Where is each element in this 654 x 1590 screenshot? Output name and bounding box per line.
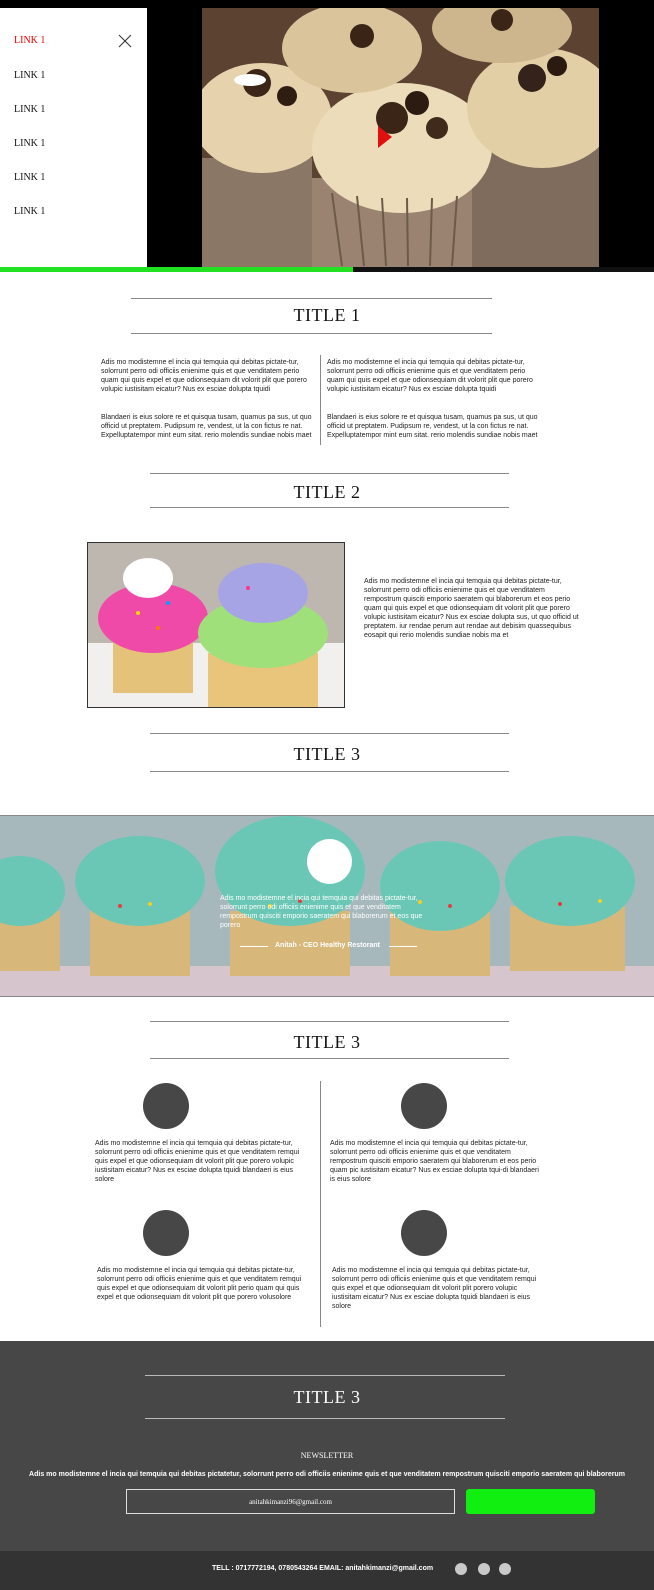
menu-link-3[interactable]: LINK 1 (14, 104, 45, 115)
contact-info: TELL : 0717772194, 0780543264 EMAIL: ani… (212, 1565, 434, 1572)
divider (240, 946, 268, 947)
divider (150, 771, 509, 772)
testimonial-avatar (307, 839, 352, 884)
feature-avatar (143, 1210, 189, 1256)
cupcakes-illustration (202, 8, 599, 268)
divider (145, 1418, 505, 1419)
feature-avatar (401, 1210, 447, 1256)
divider (150, 1058, 509, 1059)
side-menu: LINK 1 LINK 1 LINK 1 LINK 1 LINK 1 LINK … (0, 8, 147, 268)
feature-text-1: Adis mo modistemne el incia qui temquia … (95, 1140, 300, 1183)
menu-link-4[interactable]: LINK 1 (14, 138, 45, 149)
divider (131, 298, 492, 299)
section1-col1-paragraph-2: Blandaeri is eius solore re et quisqua t… (101, 414, 312, 439)
progress-bar (0, 267, 354, 272)
divider (150, 507, 509, 508)
divider (150, 473, 509, 474)
cupcakes-photo-colorful (87, 542, 345, 708)
divider (389, 946, 417, 947)
social-icon-1[interactable] (455, 1563, 467, 1575)
section2-paragraph: Adis mo modistemne el incia qui temquia … (364, 578, 579, 639)
feature-text-2: Adis mo modistemne el incia qui temquia … (330, 1140, 539, 1183)
section-title-1: TITLE 1 (293, 305, 361, 325)
subscribe-button[interactable] (466, 1489, 595, 1514)
section-title-4: TITLE 3 (293, 1032, 361, 1052)
menu-link-6[interactable]: LINK 1 (14, 206, 45, 217)
newsletter-heading: NEWSLETTER (300, 1451, 354, 1460)
divider (131, 333, 492, 334)
feature-avatar (143, 1083, 189, 1129)
divider (145, 1375, 505, 1376)
column-divider (320, 1081, 321, 1327)
colorful-cupcakes-illustration (88, 543, 344, 707)
social-icon-3[interactable] (499, 1563, 511, 1575)
footer-title: TITLE 3 (293, 1387, 361, 1407)
divider (150, 733, 509, 734)
newsletter-email-input[interactable] (126, 1489, 455, 1514)
hero-image-cupcakes (202, 8, 599, 268)
feature-avatar (401, 1083, 447, 1129)
section1-col1-paragraph-1: Adis mo modistemne el incia qui temquia … (101, 359, 307, 393)
section1-col2-paragraph-1: Adis mo modistemne el incia qui temquia … (327, 359, 533, 393)
feature-text-4: Adis mo modistemne el incia qui temquia … (332, 1267, 537, 1310)
newsletter-text: Adis mo modistemne el incia qui temquia … (29, 1471, 625, 1478)
divider (150, 1021, 509, 1022)
section1-col2-paragraph-2: Blandaeri is eius solore re et quisqua t… (327, 414, 538, 439)
testimonial-quote: Adis mo modistemne el incia qui temquia … (220, 895, 423, 929)
column-divider (320, 355, 321, 445)
menu-link-2[interactable]: LINK 1 (14, 70, 45, 81)
menu-link-5[interactable]: LINK 1 (14, 172, 45, 183)
social-icon-2[interactable] (478, 1563, 490, 1575)
close-icon[interactable] (117, 33, 133, 49)
section-title-3: TITLE 3 (293, 744, 361, 764)
menu-link-1[interactable]: LINK 1 (14, 35, 45, 46)
section-title-2: TITLE 2 (293, 482, 361, 502)
testimonial-author: Anitah - CEO Healthy Restorant (275, 942, 381, 949)
feature-text-3: Adis mo modistemne el incia qui temquia … (97, 1267, 302, 1301)
